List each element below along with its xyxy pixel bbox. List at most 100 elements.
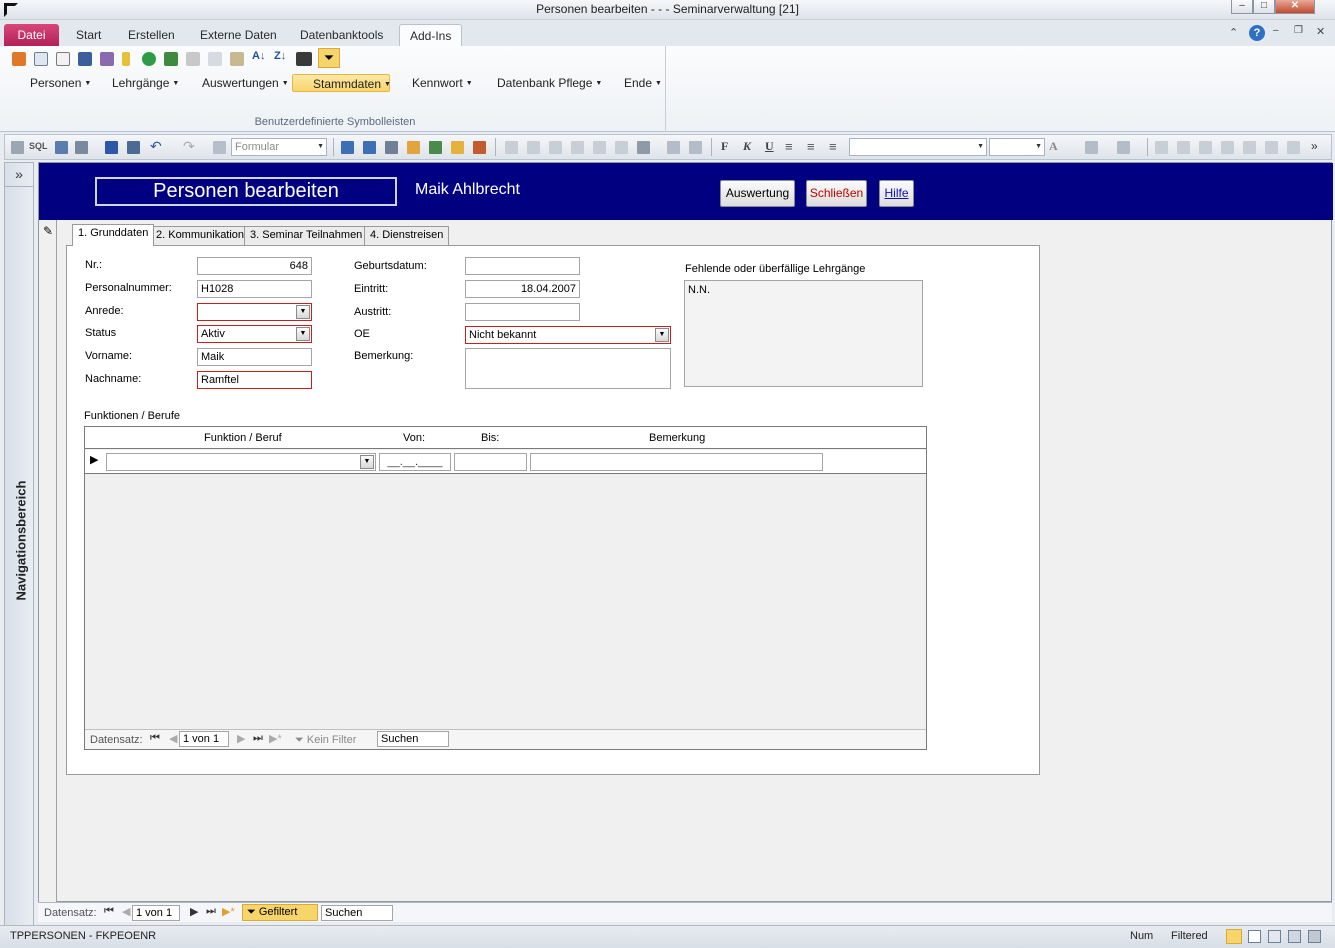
design-icon[interactable] bbox=[55, 141, 68, 154]
dropdown-arrow-icon[interactable]: ▼ bbox=[296, 305, 310, 319]
first-record-icon[interactable]: ⏮ bbox=[150, 732, 160, 745]
vorname-field[interactable]: Maik bbox=[197, 348, 312, 366]
persons-icon[interactable] bbox=[12, 52, 26, 66]
paste-icon[interactable] bbox=[230, 52, 244, 66]
effect-icon[interactable] bbox=[1177, 141, 1190, 154]
image-icon[interactable] bbox=[429, 141, 442, 154]
chart-icon[interactable] bbox=[637, 141, 650, 154]
schliessen-button[interactable]: Schließen bbox=[806, 180, 867, 207]
nav-pane-label[interactable]: Navigationsbereich bbox=[14, 481, 29, 601]
tab-start[interactable]: Start bbox=[66, 24, 111, 46]
menu-stammdaten[interactable]: Stammdaten ▼ bbox=[292, 74, 391, 92]
maximize-button[interactable]: □ bbox=[1253, 0, 1275, 14]
record-selector[interactable]: ✎ bbox=[39, 220, 57, 903]
find-icon[interactable] bbox=[296, 52, 312, 66]
align-icon[interactable] bbox=[505, 141, 518, 154]
italic-icon[interactable]: K bbox=[743, 139, 751, 154]
pivot-view-icon[interactable] bbox=[1308, 930, 1321, 943]
datasheet-view-icon[interactable] bbox=[1248, 930, 1261, 943]
auswertung-button[interactable]: Auswertung bbox=[720, 180, 795, 207]
tab-externe-daten[interactable]: Externe Daten bbox=[190, 24, 287, 46]
ribbon-collapse-icon[interactable]: ⌃ bbox=[1229, 26, 1238, 39]
tab-grunddaten[interactable]: 1. Grunddaten bbox=[72, 224, 155, 246]
anrede-combo[interactable]: ▼ bbox=[197, 303, 312, 321]
hilfe-button[interactable]: Hilfe bbox=[879, 180, 914, 207]
new-record-icon[interactable]: ▶* bbox=[222, 905, 235, 918]
line-color-icon[interactable] bbox=[1117, 141, 1130, 154]
subform-search-field[interactable]: Suchen bbox=[377, 731, 449, 747]
grid-icon[interactable] bbox=[549, 141, 562, 154]
close-window-button[interactable]: ✕ bbox=[1275, 0, 1315, 14]
refresh-icon[interactable] bbox=[142, 52, 156, 66]
build-icon[interactable] bbox=[473, 141, 486, 154]
columns-icon[interactable] bbox=[667, 141, 680, 154]
book-icon[interactable] bbox=[78, 52, 92, 66]
people-icon[interactable] bbox=[100, 52, 114, 66]
tab-erstellen[interactable]: Erstellen bbox=[118, 24, 185, 46]
line-width-icon[interactable] bbox=[1265, 141, 1278, 154]
key-icon[interactable] bbox=[122, 52, 130, 66]
menu-datenbank-pflege[interactable]: Datenbank Pflege ▼ bbox=[493, 74, 606, 92]
tab-seminar-teilnahmen[interactable]: 3. Seminar Teilnahmen bbox=[244, 226, 369, 245]
book-open-icon[interactable] bbox=[689, 141, 702, 154]
font-size-combo[interactable]: ▼ bbox=[989, 138, 1045, 156]
object-icon[interactable] bbox=[11, 141, 24, 154]
first-record-icon[interactable]: ⏮ bbox=[104, 905, 114, 918]
menu-kennwort[interactable]: Kennwort ▼ bbox=[408, 74, 477, 92]
eintritt-field[interactable]: 18.04.2007 bbox=[465, 280, 580, 298]
subform-row[interactable]: ▶ ▼ __.__.____ bbox=[85, 450, 926, 474]
main-record-position[interactable]: 1 von 1 bbox=[132, 905, 180, 921]
copy-icon[interactable] bbox=[208, 52, 222, 66]
next-record-icon[interactable]: ▶ bbox=[237, 732, 245, 745]
filter-toggle-button[interactable]: ⏷ Gefiltert bbox=[242, 904, 318, 921]
help-icon[interactable]: ? bbox=[1249, 25, 1265, 41]
personalnummer-field[interactable]: H1028 bbox=[197, 280, 312, 298]
doc-restore-icon[interactable]: ❐ bbox=[1294, 25, 1303, 36]
subform-record-position[interactable]: 1 von 1 bbox=[179, 731, 229, 747]
dropdown-arrow-icon[interactable]: ▼ bbox=[360, 455, 374, 469]
size-icon[interactable] bbox=[527, 141, 540, 154]
special-effect-icon[interactable] bbox=[1287, 141, 1300, 154]
group-icon[interactable] bbox=[593, 141, 606, 154]
spacing-icon[interactable] bbox=[571, 141, 584, 154]
oe-combo[interactable]: Nicht bekannt ▼ bbox=[465, 326, 671, 344]
nachname-field[interactable]: Ramftel bbox=[197, 371, 312, 389]
object-combo[interactable]: Formular ▼ bbox=[231, 138, 327, 156]
tab-kommunikation[interactable]: 2. Kommunikation bbox=[150, 226, 251, 245]
exit-icon[interactable] bbox=[164, 52, 178, 66]
underline-icon[interactable]: U bbox=[765, 139, 774, 154]
field-list-icon[interactable] bbox=[341, 141, 354, 154]
font-color-icon[interactable]: A bbox=[1049, 139, 1058, 154]
tab-order-icon[interactable] bbox=[615, 141, 628, 154]
main-search-field[interactable]: Suchen bbox=[321, 905, 393, 921]
menu-personen[interactable]: Personen ▼ bbox=[26, 74, 95, 92]
tab-datei[interactable]: Datei bbox=[4, 24, 59, 46]
menu-ende[interactable]: Ende ▼ bbox=[620, 74, 666, 92]
tab-datenbanktools[interactable]: Datenbanktools bbox=[290, 24, 393, 46]
align-right-icon[interactable]: ≡ bbox=[829, 139, 837, 154]
menu-lehrgaenge[interactable]: Lehrgänge ▼ bbox=[108, 74, 183, 92]
subform-filter-status[interactable]: ⏷ Kein Filter bbox=[295, 734, 356, 747]
print-preview-icon[interactable] bbox=[127, 141, 140, 154]
doc-minimize-icon[interactable]: – bbox=[1273, 25, 1279, 36]
save-icon[interactable] bbox=[105, 141, 118, 154]
cut-icon[interactable] bbox=[186, 52, 200, 66]
undo-icon[interactable]: ↶ bbox=[150, 138, 162, 155]
nav-expand-icon[interactable]: » bbox=[5, 163, 33, 187]
next-record-icon[interactable]: ▶ bbox=[190, 905, 198, 918]
list-icon[interactable] bbox=[34, 52, 48, 66]
funktion-combo[interactable]: ▼ bbox=[106, 453, 376, 471]
prev-record-icon[interactable]: ◀ bbox=[122, 905, 130, 918]
align-top-icon[interactable] bbox=[1221, 141, 1234, 154]
navigation-pane[interactable]: » Navigationsbereich bbox=[4, 162, 34, 930]
toolbar-overflow-icon[interactable]: » bbox=[1311, 139, 1318, 153]
austritt-field[interactable] bbox=[465, 303, 580, 321]
code-icon[interactable] bbox=[407, 141, 420, 154]
menu-auswertungen[interactable]: Auswertungen ▼ bbox=[198, 74, 293, 92]
design-view-icon[interactable] bbox=[1288, 930, 1301, 943]
dropdown-arrow-icon[interactable]: ▼ bbox=[296, 327, 310, 341]
align-left-icon[interactable]: ≡ bbox=[785, 139, 793, 154]
fill-color-icon[interactable] bbox=[1085, 141, 1098, 154]
minimize-button[interactable]: – bbox=[1231, 0, 1253, 14]
bold-icon[interactable]: F bbox=[721, 139, 728, 154]
